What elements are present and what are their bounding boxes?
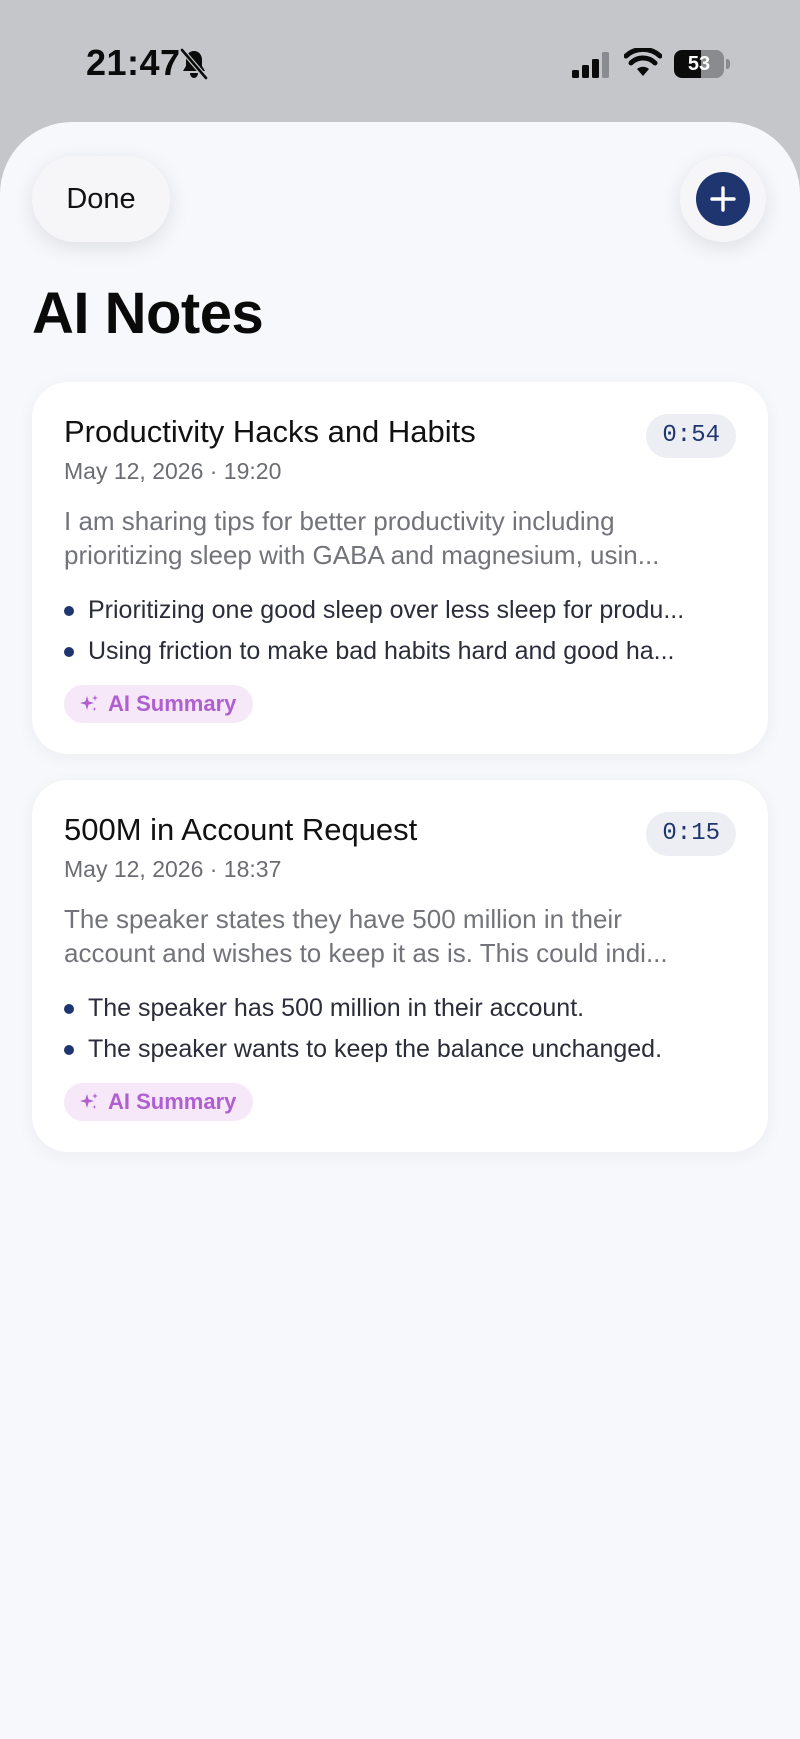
note-bullets: The speaker has 500 million in their acc… [64,988,740,1070]
battery-tip [726,59,730,69]
battery-level: 53 [687,53,711,75]
battery-icon: 53 [674,50,730,78]
note-title: Productivity Hacks and Habits [64,414,476,449]
bell-slash-icon [180,48,208,80]
note-card[interactable]: Productivity Hacks and Habits 0:54 May 1… [32,382,768,754]
note-card[interactable]: 500M in Account Request 0:15 May 12, 202… [32,780,768,1152]
note-title: 500M in Account Request [64,812,418,847]
add-note-button[interactable] [680,156,766,242]
notes-sheet: Done AI Notes Productivity Hacks and Hab… [0,122,800,1739]
page-title: AI Notes [32,281,264,346]
note-bullet-text: The speaker has 500 million in their acc… [88,994,585,1022]
bullet-dot [64,1004,74,1014]
wifi-icon [624,48,662,76]
sparkle-icon [80,1093,98,1109]
sparkle-icon [80,695,98,711]
note-bullet: Prioritizing one good sleep over less sl… [64,590,740,631]
note-summary-line: The speaker states they have 500 million… [64,904,622,934]
ai-summary-tag: AI Summary [64,1083,254,1121]
cellular-signal-icon [572,52,609,78]
ai-summary-label: AI Summary [108,1089,237,1114]
note-date: May 12, 2026 · 19:20 [64,458,282,484]
note-bullet-text: Prioritizing one good sleep over less sl… [88,596,685,624]
duration-badge: 0:54 [646,414,736,458]
ai-summary-label: AI Summary [108,691,237,716]
note-summary: The speaker states they have 500 million… [64,902,740,970]
note-bullet-text: The speaker wants to keep the balance un… [88,1035,663,1063]
note-bullet-text: Using friction to make bad habits hard a… [88,637,675,665]
ai-summary-tag: AI Summary [64,685,254,723]
plus-icon [696,172,750,226]
note-bullet: Using friction to make bad habits hard a… [64,631,740,672]
status-bar: 21:47 53 [0,0,800,120]
done-button[interactable]: Done [32,156,170,242]
bullet-dot [64,1045,74,1055]
bullet-dot [64,647,74,657]
note-summary: I am sharing tips for better productivit… [64,504,740,572]
note-bullet: The speaker has 500 million in their acc… [64,988,740,1029]
bullet-dot [64,606,74,616]
note-summary-line: account and wishes to keep it as is. Thi… [64,938,668,968]
note-summary-line: I am sharing tips for better productivit… [64,506,615,536]
note-bullet: The speaker wants to keep the balance un… [64,1029,740,1070]
note-summary-line: prioritizing sleep with GABA and magnesi… [64,540,660,570]
duration-badge: 0:15 [646,812,736,856]
status-time: 21:47 [86,42,181,83]
note-date: May 12, 2026 · 18:37 [64,856,282,882]
note-bullets: Prioritizing one good sleep over less sl… [64,590,740,672]
